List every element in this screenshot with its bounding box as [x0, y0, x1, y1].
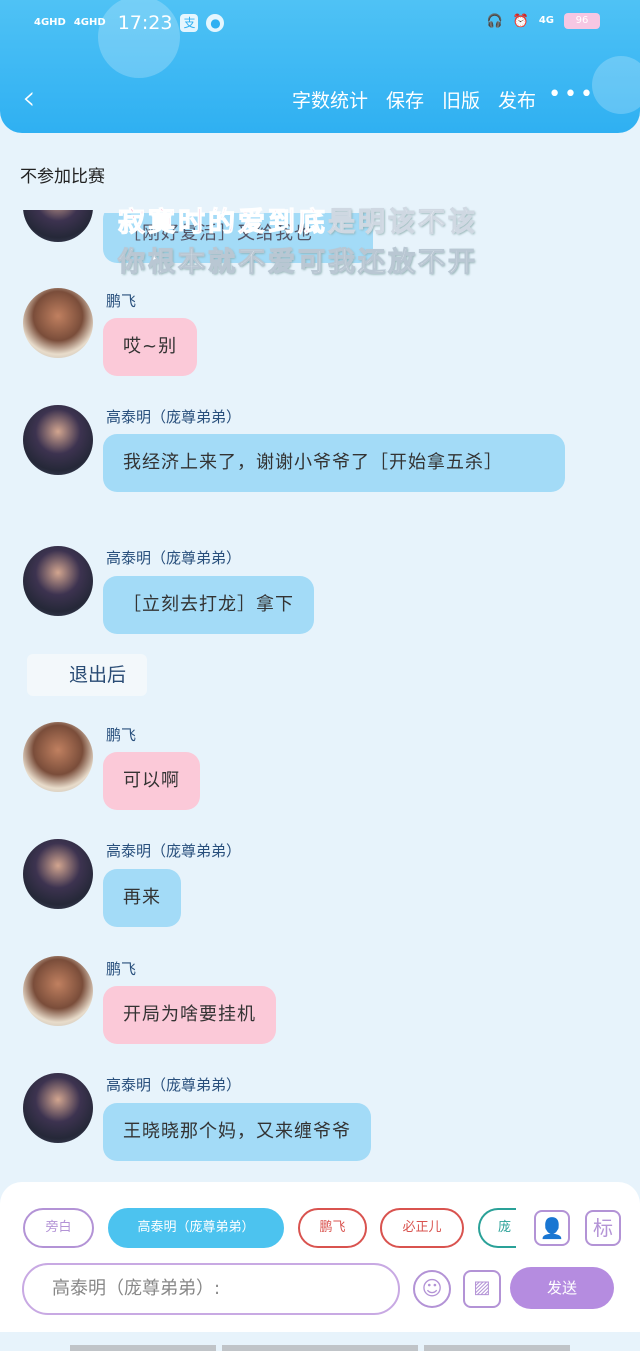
lyrics-line-2: 你根本就不爱可我还放不开 [118, 247, 478, 279]
role-chip-active[interactable]: 高泰明（庞尊弟弟） [108, 1208, 284, 1248]
role-chip[interactable]: 鹏飞 [298, 1208, 367, 1248]
avatar[interactable] [23, 956, 93, 1026]
message-input[interactable]: 高泰明（庞尊弟弟）: [22, 1263, 400, 1315]
avatar[interactable] [23, 722, 93, 792]
sender-name: 高泰明（庞尊弟弟） [106, 842, 242, 860]
avatar[interactable] [23, 1073, 93, 1143]
image-icon[interactable]: ▨ [463, 1270, 501, 1308]
chat-bubble[interactable]: 开局为啥要挂机 [103, 986, 276, 1044]
app-notification-icon: 支 [180, 14, 199, 32]
chat-bubble[interactable]: 我经济上来了，谢谢小爷爷了［开始拿五杀］ [103, 434, 565, 492]
role-chip-narrator[interactable]: 旁白 [23, 1208, 94, 1248]
nav-gesture-bar [424, 1345, 570, 1351]
sender-name: 高泰明（庞尊弟弟） [106, 549, 242, 567]
signal-indicator: 4GHD [73, 17, 106, 28]
chat-bubble[interactable]: ［立刻去打龙］拿下 [103, 576, 314, 634]
lyrics-rest: 是明该不该 [328, 207, 478, 239]
character-settings-icon[interactable]: 👤 [534, 1210, 570, 1246]
lyrics-highlight: 寂寞时的爱到底 [118, 207, 328, 239]
chat-bubble[interactable]: 再来 [103, 869, 181, 927]
publish-button[interactable]: 发布 [498, 86, 536, 113]
sender-name: 鹏飞 [106, 292, 137, 310]
headphones-icon: 🎧 [486, 13, 503, 29]
avatar[interactable] [23, 405, 93, 475]
alarm-icon: ⏰ [512, 13, 529, 29]
narration-block[interactable]: 退出后 [27, 654, 147, 696]
status-time: 17:23 [117, 12, 173, 34]
signal-indicator: 4GHD [34, 17, 66, 28]
chat-bubble[interactable]: 王晓晓那个妈，又来缠爷爷 [103, 1103, 371, 1161]
word-count-button[interactable]: 字数统计 [292, 86, 368, 113]
nav-gesture-bar [222, 1345, 418, 1351]
old-version-button[interactable]: 旧版 [442, 86, 480, 113]
lyrics-line-1: 寂寞时的爱到底是明该不该 [118, 200, 478, 239]
avatar[interactable] [23, 839, 93, 909]
battery-icon: 96 [564, 13, 600, 29]
chat-bubble[interactable]: 哎~别 [103, 318, 198, 376]
status-bar: 4GHD 4GHD 17:23 支 ● 🎧 ⏰ 4G 96 [0, 10, 640, 40]
chat-bubble[interactable]: 可以啊 [103, 752, 200, 810]
send-button[interactable]: 发送 [510, 1267, 614, 1309]
sender-name: 鹏飞 [106, 960, 137, 978]
app-notification-icon: ● [206, 14, 225, 32]
avatar[interactable] [23, 288, 93, 358]
role-chip[interactable]: 必正儿 [380, 1208, 464, 1248]
more-icon[interactable]: ••• [548, 82, 596, 107]
sender-name: 高泰明（庞尊弟弟） [106, 408, 242, 426]
emoji-icon[interactable]: ☺ [413, 1270, 451, 1308]
nav-actions: 字数统计 保存 旧版 发布 [292, 86, 536, 113]
role-chip-partial[interactable]: 庞 [478, 1208, 516, 1248]
save-button[interactable]: 保存 [386, 86, 424, 113]
nav-bar: ‹ 字数统计 保存 旧版 发布 ••• [0, 80, 640, 120]
network-indicator: 4G [538, 15, 554, 26]
sender-name: 高泰明（庞尊弟弟） [106, 1076, 242, 1094]
avatar[interactable] [23, 546, 93, 616]
top-bar: 4GHD 4GHD 17:23 支 ● 🎧 ⏰ 4G 96 ‹ 字数统计 保存 … [0, 0, 640, 133]
chevron-left-icon[interactable]: ‹ [22, 80, 36, 116]
nav-gesture-bar [70, 1345, 216, 1351]
contest-notice: 不参加比赛 [20, 167, 105, 187]
mark-button[interactable]: 标 [585, 1210, 621, 1246]
sender-name: 鹏飞 [106, 726, 137, 744]
